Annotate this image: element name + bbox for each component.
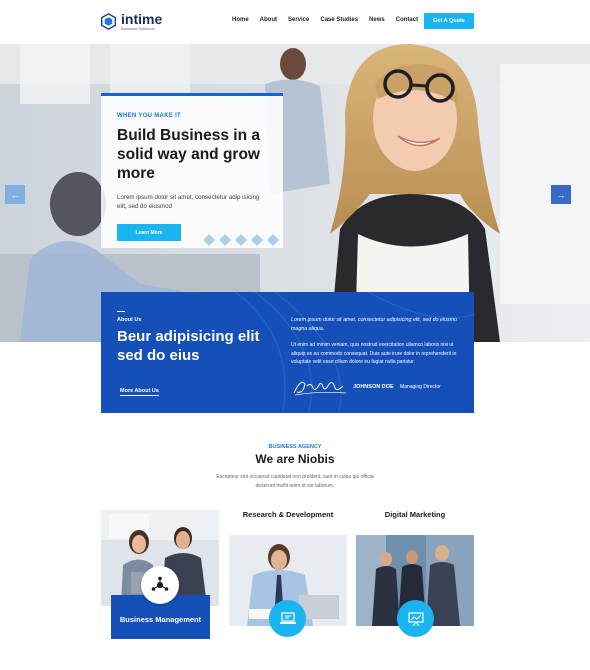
about-label: About Us [117,317,142,323]
hero-title: Build Business in a solid way and grow m… [117,127,260,182]
section-description: Excepteur sint occaecat cupidatat non pr… [216,474,374,489]
about-section: About Us Beur adipisicing elit sed do ei… [101,292,474,413]
signer-role: Managing Director [400,384,441,390]
nav-item-home[interactable]: Home [232,17,249,23]
nav-item-service[interactable]: Service [288,17,309,23]
about-paragraph-1: Lorem ipsum dolor sit amet, consectetur … [291,317,458,332]
logo[interactable]: intime Business Solutions [100,12,162,31]
logo-hexagon-icon [101,13,116,30]
diamond-pattern-icon [203,234,279,246]
nav-item-about[interactable]: About [260,17,277,23]
slider-next-arrow[interactable]: → [551,185,571,204]
hero-eyebrow: WHEN YOU MAKE IT [117,113,182,119]
about-paragraph-2: Ut enim ad minim veniam, quis nostrud ex… [291,342,457,365]
nav-item-contact[interactable]: Contact [396,17,418,23]
nav-item-news[interactable]: News [369,17,385,23]
signature-image [293,381,347,396]
brand-name: intime [121,11,163,27]
main-menu: Home About Service Case Studies News Con… [232,17,418,23]
presentation-icon[interactable] [397,600,434,637]
learn-more-button[interactable]: Learn More [117,224,181,241]
signer-name: JOHNSON DOE [353,384,394,390]
about-dash [117,311,125,312]
nav-item-case-studies[interactable]: Case Studies [320,17,358,23]
get-a-quote-button[interactable]: Get A Quote [424,13,474,29]
section-eyebrow: BUSINESS AGENCY [268,444,322,450]
about-title: Beur adipisicing elit sed do eius [117,328,260,364]
brand-tagline: Business Solutions [121,26,155,31]
slider-prev-arrow[interactable]: ← [5,185,25,204]
digital-marketing-title[interactable]: Digital Marketing [356,509,474,520]
more-about-us-link[interactable]: More About Us [120,388,159,396]
section-title: We are Niobis [255,452,335,466]
network-icon[interactable] [141,566,179,604]
hero-description: Lorem ipsum dolor sit amet, consectetur … [117,194,260,210]
laptop-icon[interactable] [269,600,306,637]
navbar: intime Business Solutions Home About Ser… [0,0,590,44]
hero-card: WHEN YOU MAKE IT Build Business in a sol… [101,93,283,248]
research-development-title[interactable]: Research & Development [229,509,347,520]
